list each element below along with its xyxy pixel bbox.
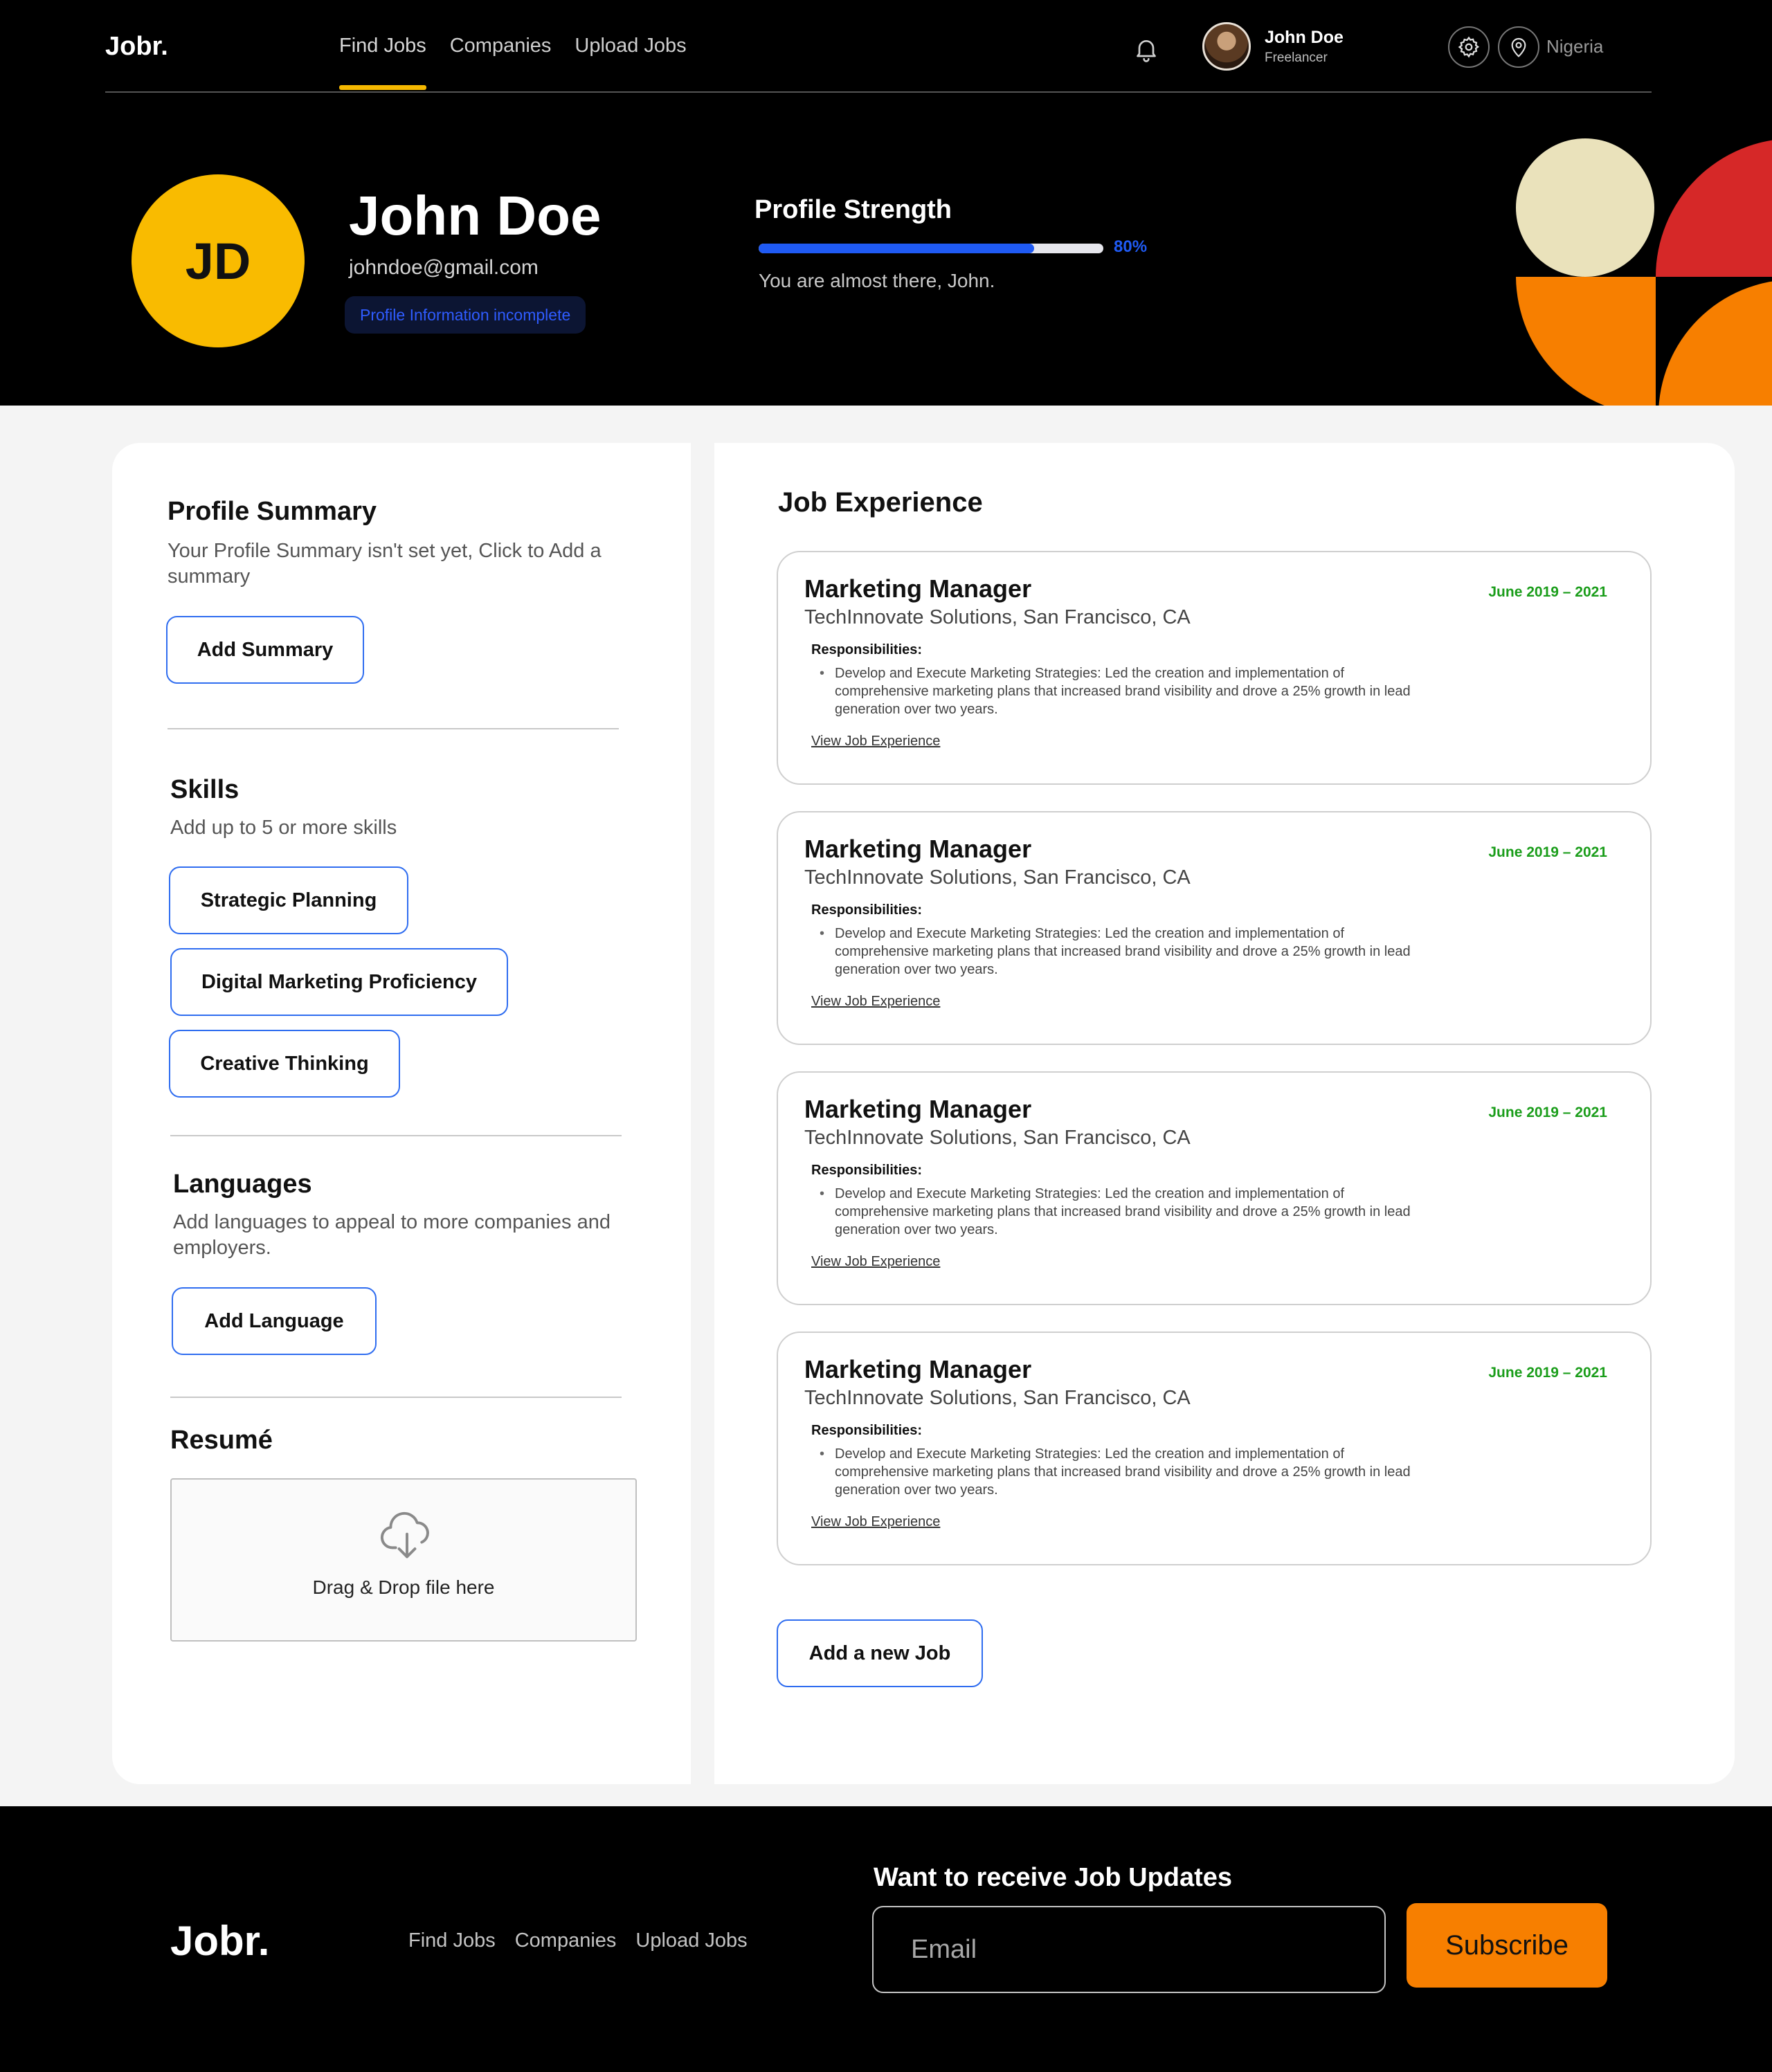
cloud-download-icon (380, 1511, 429, 1558)
nav-link-upload-jobs[interactable]: Upload Jobs (575, 35, 686, 57)
nav-link-find-jobs[interactable]: Find Jobs (339, 35, 426, 90)
newsletter-email-input[interactable] (872, 1906, 1386, 1993)
settings-button[interactable] (1448, 26, 1490, 68)
resume-dropzone-label: Drag & Drop file here (312, 1576, 495, 1598)
divider (170, 1135, 622, 1136)
profile-status-badge[interactable]: Profile Information incomplete (345, 296, 586, 334)
job-responsibilities-label: Responsibilities: (811, 1423, 923, 1438)
job-role: Marketing Manager (804, 835, 1032, 863)
profile-strength-percent: 80% (1114, 237, 1148, 256)
footer-links: Find Jobs Companies Upload Jobs (408, 1929, 748, 1952)
job-description: Develop and Execute Marketing Strategies… (820, 925, 1429, 979)
job-company: TechInnovate Solutions, San Francisco, C… (804, 606, 1191, 628)
add-language-button[interactable]: Add Language (172, 1287, 377, 1355)
job-date: June 2019 – 2021 (1488, 584, 1607, 600)
job-role: Marketing Manager (804, 574, 1032, 603)
profile-summary-title: Profile Summary (168, 497, 377, 526)
avatar[interactable] (1202, 22, 1251, 71)
job-card: Marketing Manager TechInnovate Solutions… (777, 1071, 1652, 1305)
job-card: Marketing Manager TechInnovate Solutions… (777, 1332, 1652, 1565)
profile-strength-message: You are almost there, John. (759, 270, 995, 291)
profile-strength-title: Profile Strength (754, 195, 952, 224)
skills-title: Skills (170, 775, 239, 804)
footer-link-companies[interactable]: Companies (515, 1929, 617, 1952)
location-button[interactable] (1498, 26, 1539, 68)
skill-chip-digital-marketing[interactable]: Digital Marketing Proficiency (170, 948, 508, 1016)
footer-logo[interactable]: Jobr. (170, 1917, 269, 1965)
resume-dropzone[interactable]: Drag & Drop file here (170, 1478, 637, 1642)
location-label[interactable]: Nigeria (1546, 36, 1603, 57)
job-role: Marketing Manager (804, 1355, 1032, 1383)
languages-title: Languages (173, 1170, 312, 1199)
resume-title: Resumé (170, 1426, 273, 1455)
add-new-job-button[interactable]: Add a new Job (777, 1619, 983, 1687)
profile-header: Jobr. Find Jobs Companies Upload Jobs Jo… (0, 0, 1772, 406)
user-info: John Doe Freelancer (1265, 28, 1344, 66)
skills-desc: Add up to 5 or more skills (170, 817, 397, 839)
deco-orange-quarter-right (1658, 281, 1772, 406)
profile-initials-avatar: JD (132, 174, 305, 347)
profile-email: johndoe@gmail.com (349, 256, 539, 279)
newsletter-title: Want to receive Job Updates (874, 1863, 1233, 1892)
view-job-experience-link[interactable]: View Job Experience (811, 1514, 940, 1530)
profile-strength-fill (759, 244, 1035, 253)
location-pin-icon (1511, 37, 1526, 57)
profile-name: John Doe (349, 185, 602, 246)
user-name: John Doe (1265, 27, 1344, 47)
deco-orange-quarter-left (1516, 277, 1656, 406)
footer: Jobr. Find Jobs Companies Upload Jobs Wa… (0, 1806, 1772, 2072)
subscribe-button[interactable]: Subscribe (1407, 1903, 1607, 1988)
deco-cream-circle (1516, 138, 1654, 277)
skill-chip-strategic-planning[interactable]: Strategic Planning (169, 866, 408, 934)
view-job-experience-link[interactable]: View Job Experience (811, 734, 940, 749)
job-experience-title: Job Experience (778, 487, 983, 518)
divider (168, 728, 619, 729)
footer-link-find-jobs[interactable]: Find Jobs (408, 1929, 496, 1952)
job-responsibilities-label: Responsibilities: (811, 642, 923, 657)
job-card: Marketing Manager TechInnovate Solutions… (777, 811, 1652, 1045)
job-company: TechInnovate Solutions, San Francisco, C… (804, 1387, 1191, 1409)
skill-chip-creative-thinking[interactable]: Creative Thinking (169, 1030, 400, 1098)
view-job-experience-link[interactable]: View Job Experience (811, 1254, 940, 1270)
job-card: Marketing Manager TechInnovate Solutions… (777, 551, 1652, 785)
profile-summary-desc: Your Profile Summary isn't set yet, Clic… (168, 540, 602, 588)
footer-link-upload-jobs[interactable]: Upload Jobs (635, 1929, 747, 1952)
add-summary-button[interactable]: Add Summary (166, 616, 364, 684)
nav-link-companies[interactable]: Companies (450, 35, 552, 57)
deco-red-quarter (1656, 140, 1772, 277)
logo[interactable]: Jobr. (105, 32, 168, 62)
job-description: Develop and Execute Marketing Strategies… (820, 664, 1429, 718)
job-description: Develop and Execute Marketing Strategies… (820, 1445, 1429, 1499)
bell-icon[interactable] (1132, 35, 1160, 64)
settings-icon (1458, 36, 1480, 58)
view-job-experience-link[interactable]: View Job Experience (811, 994, 940, 1010)
user-menu[interactable]: John Doe Freelancer (1202, 22, 1344, 71)
job-date: June 2019 – 2021 (1488, 844, 1607, 860)
divider (170, 1397, 622, 1398)
job-date: June 2019 – 2021 (1488, 1365, 1607, 1381)
job-company: TechInnovate Solutions, San Francisco, C… (804, 1127, 1191, 1149)
job-responsibilities-label: Responsibilities: (811, 902, 923, 918)
job-date: June 2019 – 2021 (1488, 1105, 1607, 1120)
job-description: Develop and Execute Marketing Strategies… (820, 1185, 1429, 1239)
job-role: Marketing Manager (804, 1095, 1032, 1123)
job-responsibilities-label: Responsibilities: (811, 1163, 923, 1178)
languages-desc: Add languages to appeal to more companie… (173, 1211, 611, 1259)
user-role: Freelancer (1265, 50, 1328, 65)
job-company: TechInnovate Solutions, San Francisco, C… (804, 866, 1191, 889)
profile-strength-bar (759, 244, 1103, 253)
top-nav: Jobr. Find Jobs Companies Upload Jobs Jo… (105, 0, 1652, 93)
decorative-shapes (1516, 138, 1772, 406)
nav-links: Find Jobs Companies Upload Jobs (339, 35, 687, 90)
